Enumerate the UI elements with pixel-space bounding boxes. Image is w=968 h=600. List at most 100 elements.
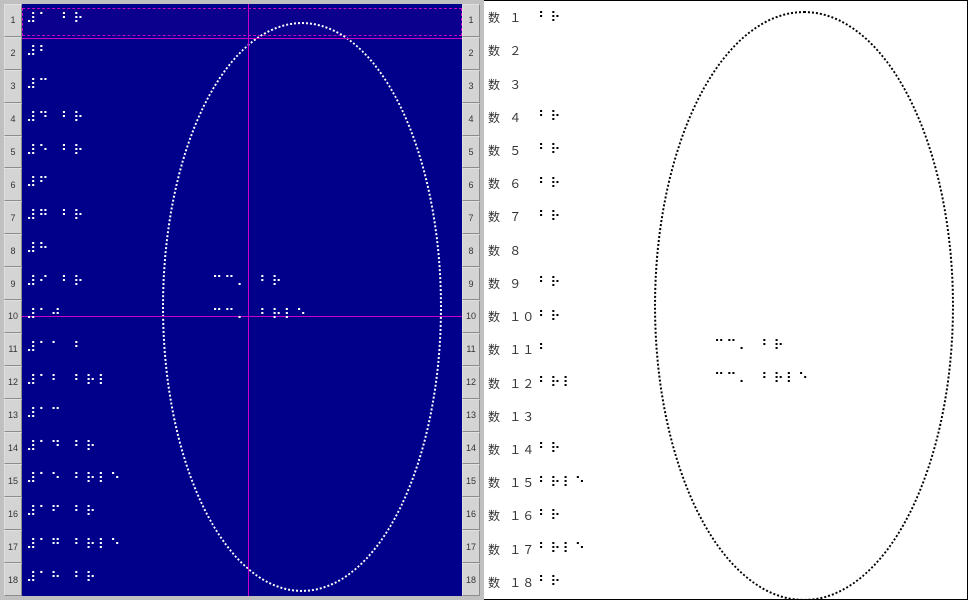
preview-row: 数 １７⠃⠗⠇⠑ (488, 533, 967, 566)
line-number[interactable]: 15 (4, 464, 22, 497)
preview-row: 数 １⠃⠗ (488, 1, 967, 34)
line-number[interactable]: 18 (4, 563, 22, 596)
braille-cell-row: ⠃⠗ (538, 177, 563, 191)
preview-row: 数 ２ (488, 34, 967, 67)
line-number[interactable]: 12 (4, 366, 22, 399)
line-number[interactable]: 10 (4, 300, 22, 333)
row-label: 数 ４ (488, 109, 538, 126)
line-number[interactable]: 8 (462, 234, 480, 267)
row-label: 数 １５ (488, 474, 538, 491)
line-number[interactable]: 16 (4, 497, 22, 530)
editor-canvas[interactable]: ⠼⠁ ⠃⠗ ⠼⠃ ⠼⠉ ⠼⠙ ⠃⠗ ⠼⠑ ⠃⠗ ⠼⠋ ⠼⠛ ⠃⠗ ⠼⠓ ⠼⠊ ⠃⠗ ⠼⠁⠚ ⠼⠁⠁ … (22, 4, 462, 596)
line-number[interactable]: 4 (462, 103, 480, 136)
preview-row: 数 ５⠃⠗ (488, 134, 967, 167)
line-number[interactable]: 6 (4, 168, 22, 201)
line-number[interactable]: 3 (462, 70, 480, 103)
braille-cell-row: ⠃⠗ (538, 442, 563, 456)
braille-cell-row[interactable]: ⠼⠁⠛ ⠃⠗⠇⠑ (26, 538, 122, 552)
line-number[interactable]: 7 (4, 201, 22, 234)
line-number[interactable]: 3 (4, 70, 22, 103)
braille-cell-row: ⠃⠗⠇⠑ (538, 476, 587, 490)
braille-center-text: ⠉⠉⠄ ⠃⠗⠇⠑ (714, 372, 810, 386)
braille-cell-row: ⠃⠗ (538, 575, 563, 589)
braille-cell-row: ⠃⠗⠇⠑ (538, 542, 587, 556)
braille-cell-row[interactable]: ⠼⠁ ⠃⠗ (26, 12, 85, 26)
preview-row: 数 ４⠃⠗ (488, 101, 967, 134)
line-number[interactable]: 5 (4, 136, 22, 169)
preview-row: 数 ６⠃⠗ (488, 167, 967, 200)
braille-cell-row: ⠃⠗ (538, 310, 563, 324)
braille-cell-row[interactable]: ⠼⠊ ⠃⠗ (26, 275, 85, 289)
preview-row: 数 １４⠃⠗ (488, 433, 967, 466)
braille-cell-row: ⠃⠗ (538, 210, 563, 224)
braille-cell-row[interactable]: ⠼⠑ ⠃⠗ (26, 144, 85, 158)
braille-cell-row[interactable]: ⠼⠁⠑ ⠃⠗⠇⠑ (26, 472, 122, 486)
braille-cell-row: ⠃ (538, 343, 550, 357)
braille-cell-row[interactable]: ⠼⠁⠓ ⠃⠗ (26, 571, 98, 585)
braille-cell-row[interactable]: ⠼⠓ (26, 242, 51, 256)
preview-row: 数 １３ (488, 400, 967, 433)
line-number[interactable]: 9 (462, 267, 480, 300)
line-number[interactable]: 11 (462, 333, 480, 366)
line-number[interactable]: 10 (462, 300, 480, 333)
horizontal-guide (22, 38, 462, 39)
row-label: 数 １８ (488, 574, 538, 591)
line-number[interactable]: 17 (4, 530, 22, 563)
row-label: 数 ５ (488, 142, 538, 159)
braille-center-text[interactable]: ⠉⠉⠄ ⠃⠗ (212, 275, 284, 289)
braille-cell-row[interactable]: ⠼⠁⠚ (26, 308, 63, 322)
line-number[interactable]: 12 (462, 366, 480, 399)
braille-cell-row: ⠃⠗ (538, 143, 563, 157)
preview-row: 数 ３ (488, 67, 967, 100)
preview-row: 数 ９⠃⠗ (488, 267, 967, 300)
selection-marquee[interactable] (22, 8, 462, 36)
line-number[interactable]: 14 (462, 432, 480, 465)
line-number[interactable]: 7 (462, 201, 480, 234)
line-number[interactable]: 13 (462, 399, 480, 432)
braille-cell-row[interactable]: ⠼⠁⠁ ⠃ (26, 341, 85, 355)
braille-center-text: ⠉⠉⠄ ⠃⠗ (714, 339, 786, 353)
preview-row: 数 １６⠃⠗ (488, 499, 967, 532)
line-number[interactable]: 14 (4, 432, 22, 465)
line-number[interactable]: 18 (462, 563, 480, 596)
row-label: 数 １ (488, 9, 538, 26)
preview-row: 数 ８ (488, 234, 967, 267)
braille-center-text[interactable]: ⠉⠉⠄ ⠃⠗⠇⠑ (212, 308, 308, 322)
line-number[interactable]: 13 (4, 399, 22, 432)
left-editor-pane: 123456789101112131415161718 ⠼⠁ ⠃⠗⠼⠃⠼⠉⠼⠙ … (0, 0, 484, 600)
row-label: 数 １６ (488, 507, 538, 524)
braille-cell-row[interactable]: ⠼⠋ (26, 176, 51, 190)
braille-cell-row[interactable]: ⠼⠛ ⠃⠗ (26, 209, 85, 223)
braille-cell-row: ⠃⠗⠇ (538, 376, 575, 390)
braille-cell-row[interactable]: ⠼⠁⠃ ⠃⠗⠇ (26, 374, 110, 388)
line-number[interactable]: 1 (4, 4, 22, 37)
braille-cell-row: ⠃⠗ (538, 509, 563, 523)
vertical-guide (248, 4, 249, 596)
braille-editor[interactable]: 123456789101112131415161718 ⠼⠁ ⠃⠗⠼⠃⠼⠉⠼⠙ … (4, 4, 480, 596)
line-number[interactable]: 17 (462, 530, 480, 563)
braille-cell-row[interactable]: ⠼⠃ (26, 45, 51, 59)
braille-cell-row[interactable]: ⠼⠁⠙ ⠃⠗ (26, 440, 98, 454)
line-number[interactable]: 5 (462, 136, 480, 169)
braille-cell-row: ⠃⠗ (538, 11, 563, 25)
row-label: 数 １７ (488, 541, 538, 558)
line-number[interactable]: 16 (462, 497, 480, 530)
line-number[interactable]: 1 (462, 4, 480, 37)
line-number[interactable]: 8 (4, 234, 22, 267)
line-number[interactable]: 2 (462, 37, 480, 70)
preview-row: 数 １５⠃⠗⠇⠑ (488, 466, 967, 499)
row-label: 数 ６ (488, 175, 538, 192)
line-number[interactable]: 9 (4, 267, 22, 300)
braille-cell-row[interactable]: ⠼⠙ ⠃⠗ (26, 111, 85, 125)
row-label: 数 １３ (488, 408, 538, 425)
braille-cell-row[interactable]: ⠼⠁⠉ (26, 407, 63, 421)
line-number[interactable]: 6 (462, 168, 480, 201)
line-number[interactable]: 2 (4, 37, 22, 70)
line-number[interactable]: 4 (4, 103, 22, 136)
braille-cell-row[interactable]: ⠼⠉ (26, 78, 51, 92)
preview-canvas: 数 １⠃⠗数 ２数 ３数 ４⠃⠗数 ５⠃⠗数 ６⠃⠗数 ７⠃⠗数 ８数 ９⠃⠗数… (484, 1, 967, 599)
braille-cell-row[interactable]: ⠼⠁⠋ ⠃⠗ (26, 505, 98, 519)
line-number[interactable]: 11 (4, 333, 22, 366)
right-gutter: 123456789101112131415161718 (462, 4, 480, 596)
line-number[interactable]: 15 (462, 464, 480, 497)
